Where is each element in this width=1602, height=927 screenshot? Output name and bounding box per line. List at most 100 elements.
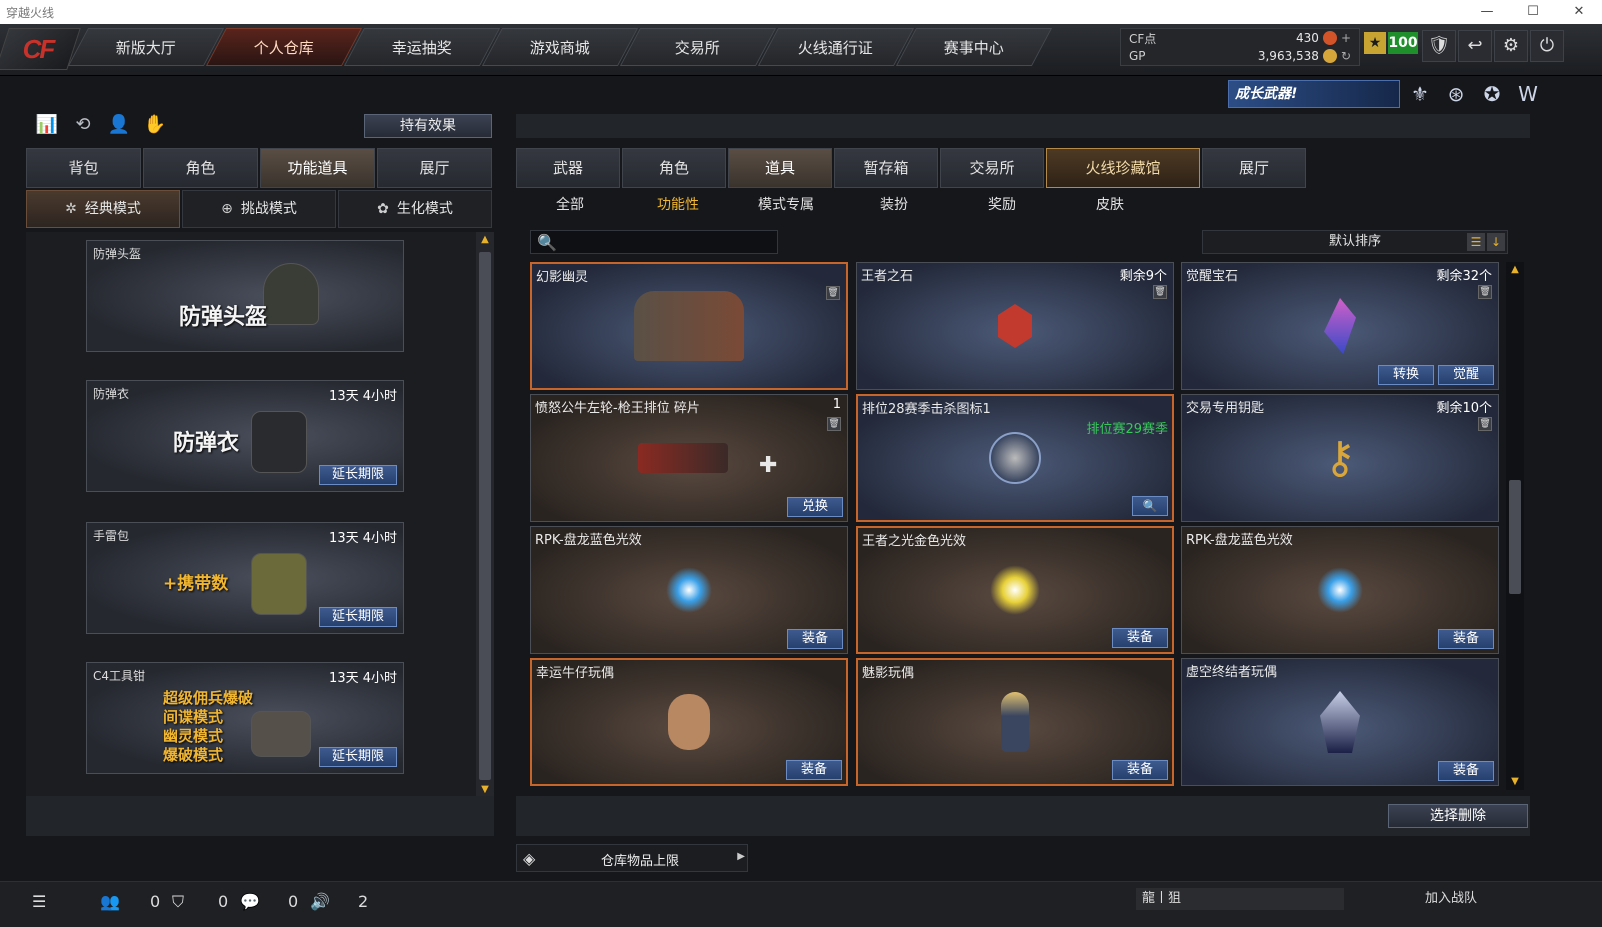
scroll-thumb[interactable] <box>479 252 491 780</box>
emblem-3-icon[interactable]: ✪ <box>1478 82 1506 108</box>
search-input[interactable] <box>559 233 773 251</box>
arrow-right-icon[interactable]: ▶ <box>737 851 745 862</box>
emblem-2-icon[interactable]: ⊛ <box>1442 82 1470 108</box>
equip-button[interactable]: 装备 <box>786 760 842 780</box>
item-card[interactable]: RPK-盘龙蓝色光效 装备 <box>530 526 848 654</box>
left-scrollbar[interactable]: ▲ ▼ <box>476 232 494 798</box>
nav-warehouse[interactable]: 个人仓库 <box>205 28 363 66</box>
scroll-up-icon[interactable]: ▲ <box>476 232 494 248</box>
select-delete-button[interactable]: 选择删除 <box>1388 804 1528 828</box>
item-card[interactable]: 排位28赛季击杀图标1 排位赛29赛季 🔍 <box>856 394 1174 522</box>
tab-hall[interactable]: 展厅 <box>1202 148 1306 188</box>
list-item[interactable]: 防弹头盔 防弹头盔 <box>86 240 404 352</box>
equip-button[interactable]: 装备 <box>1112 760 1168 780</box>
trash-icon[interactable]: 🗑 <box>827 417 841 431</box>
refresh-gp-icon[interactable]: ↻ <box>1341 49 1351 63</box>
awaken-button[interactable]: 觉醒 <box>1438 365 1494 385</box>
tab-roles[interactable]: 角色 <box>622 148 726 188</box>
tab-backpack[interactable]: 背包 <box>26 148 141 188</box>
magnify-button[interactable]: 🔍 <box>1132 496 1168 516</box>
capacity-bar[interactable]: ◈ 仓库物品上限 ▶ <box>516 844 748 872</box>
trash-icon[interactable]: 🗑 <box>1478 417 1492 431</box>
trash-icon[interactable]: 🗑 <box>1153 285 1167 299</box>
nav-lottery[interactable]: 幸运抽奖 <box>343 28 501 66</box>
sort-direction-icon[interactable]: ↓ <box>1487 233 1505 251</box>
item-card[interactable]: 幸运牛仔玩偶 装备 <box>530 658 848 786</box>
chat-icon[interactable]: 💬 <box>240 892 260 911</box>
item-card[interactable]: 王者之光金色光效 装备 <box>856 526 1174 654</box>
subtab-dressup[interactable]: 装扮 <box>840 192 948 218</box>
player-rank[interactable]: ★ 100 <box>1364 32 1418 54</box>
item-card[interactable]: 王者之石 剩余9个 🗑 <box>856 262 1174 390</box>
equip-button[interactable]: 装备 <box>787 629 843 649</box>
gear-icon[interactable]: ⚙ <box>1494 30 1528 62</box>
equip-button[interactable]: 装备 <box>1438 761 1494 781</box>
mode-classic[interactable]: ✲ 经典模式 <box>26 190 180 228</box>
growth-weapon-banner[interactable]: 成长武器! <box>1228 80 1400 108</box>
tab-temp-box[interactable]: 暂存箱 <box>834 148 938 188</box>
right-scrollbar[interactable]: ▲ ▼ <box>1506 262 1524 790</box>
item-card[interactable]: 幻影幽灵 🗑 <box>530 262 848 390</box>
glove-icon[interactable]: ✋ <box>142 114 168 138</box>
item-card[interactable]: 觉醒宝石 剩余32个 🗑 转换 觉醒 <box>1181 262 1499 390</box>
item-card[interactable]: 虚空终结者玩偶 装备 <box>1181 658 1499 786</box>
mode-zombie[interactable]: ✿ 生化模式 <box>338 190 492 228</box>
mode-challenge[interactable]: ⊕ 挑战模式 <box>182 190 336 228</box>
tab-character[interactable]: 角色 <box>143 148 258 188</box>
subtab-all[interactable]: 全部 <box>516 192 624 218</box>
scroll-thumb[interactable] <box>1509 480 1521 594</box>
trash-icon[interactable]: 🗑 <box>826 286 840 300</box>
redeem-button[interactable]: 兑换 <box>787 497 843 517</box>
tab-weapons[interactable]: 武器 <box>516 148 620 188</box>
return-icon[interactable]: ↩ <box>1458 30 1492 62</box>
subtab-mode-exclusive[interactable]: 模式专属 <box>732 192 840 218</box>
tab-exchange[interactable]: 交易所 <box>940 148 1044 188</box>
convert-button[interactable]: 转换 <box>1378 365 1434 385</box>
holding-effect-button[interactable]: 持有效果 <box>364 114 492 138</box>
tab-functional-items[interactable]: 功能道具 <box>260 148 375 188</box>
minimize-button[interactable]: — <box>1464 0 1510 24</box>
clan-name[interactable]: 龍丨狙 <box>1136 888 1344 910</box>
power-icon[interactable]: ⏻ <box>1530 30 1564 62</box>
list-view-icon[interactable]: ☰ <box>1467 233 1485 251</box>
extend-button[interactable]: 延长期限 <box>319 465 397 485</box>
tab-showroom[interactable]: 展厅 <box>377 148 492 188</box>
scroll-down-icon[interactable]: ▼ <box>1506 774 1524 790</box>
menu-icon[interactable]: ☰ <box>32 892 46 911</box>
history-icon[interactable]: ⟲ <box>70 114 96 138</box>
tab-items[interactable]: 道具 <box>728 148 832 188</box>
nav-events[interactable]: 赛事中心 <box>895 28 1053 66</box>
character-icon[interactable]: 👤 <box>106 114 132 138</box>
friends-icon[interactable]: 👥 <box>100 892 120 911</box>
trash-icon[interactable]: 🗑 <box>1478 285 1492 299</box>
clan-shield-icon[interactable]: ⛉ <box>172 892 184 912</box>
sort-dropdown[interactable]: 默认排序 ☰ ↓ <box>1202 230 1508 254</box>
speaker-icon[interactable]: 🔊 <box>310 892 330 911</box>
equip-button[interactable]: 装备 <box>1438 629 1494 649</box>
subtab-rewards[interactable]: 奖励 <box>948 192 1056 218</box>
nav-lobby[interactable]: 新版大厅 <box>67 28 225 66</box>
search-icon[interactable]: 🔍 <box>537 233 557 252</box>
shield-icon[interactable]: 🛡 <box>1422 30 1456 62</box>
list-item[interactable]: 手雷包 13天 4小时 +携带数 延长期限 <box>86 522 404 634</box>
tab-collection[interactable]: 火线珍藏馆 <box>1046 148 1200 188</box>
equip-button[interactable]: 装备 <box>1112 628 1168 648</box>
nav-pass[interactable]: 火线通行证 <box>757 28 915 66</box>
extend-button[interactable]: 延长期限 <box>319 607 397 627</box>
item-card[interactable]: RPK-盘龙蓝色光效 装备 <box>1181 526 1499 654</box>
emblem-1-icon[interactable]: ⚜ <box>1406 82 1434 108</box>
nav-shop[interactable]: 游戏商城 <box>481 28 639 66</box>
maximize-button[interactable]: ☐ <box>1510 0 1556 24</box>
item-card[interactable]: 魅影玩偶 装备 <box>856 658 1174 786</box>
extend-button[interactable]: 延长期限 <box>319 747 397 767</box>
item-card[interactable]: 愤怒公牛左轮-枪王排位 碎片 1 🗑 ✚ 兑换 <box>530 394 848 522</box>
add-cf-icon[interactable]: + <box>1341 31 1351 45</box>
item-card[interactable]: 交易专用钥匙 剩余10个 🗑 ⚷ <box>1181 394 1499 522</box>
scroll-up-icon[interactable]: ▲ <box>1506 262 1524 278</box>
nav-exchange[interactable]: 交易所 <box>619 28 777 66</box>
subtab-functional[interactable]: 功能性 <box>624 192 732 218</box>
join-clan-button[interactable]: 加入战队 <box>1376 888 1526 910</box>
stats-icon[interactable]: 📊 <box>34 114 60 138</box>
list-item[interactable]: 防弹衣 13天 4小时 防弹衣 延长期限 <box>86 380 404 492</box>
list-item[interactable]: C4工具钳 13天 4小时 超级佣兵爆破 间谍模式 幽灵模式 爆破模式 延长期限 <box>86 662 404 774</box>
